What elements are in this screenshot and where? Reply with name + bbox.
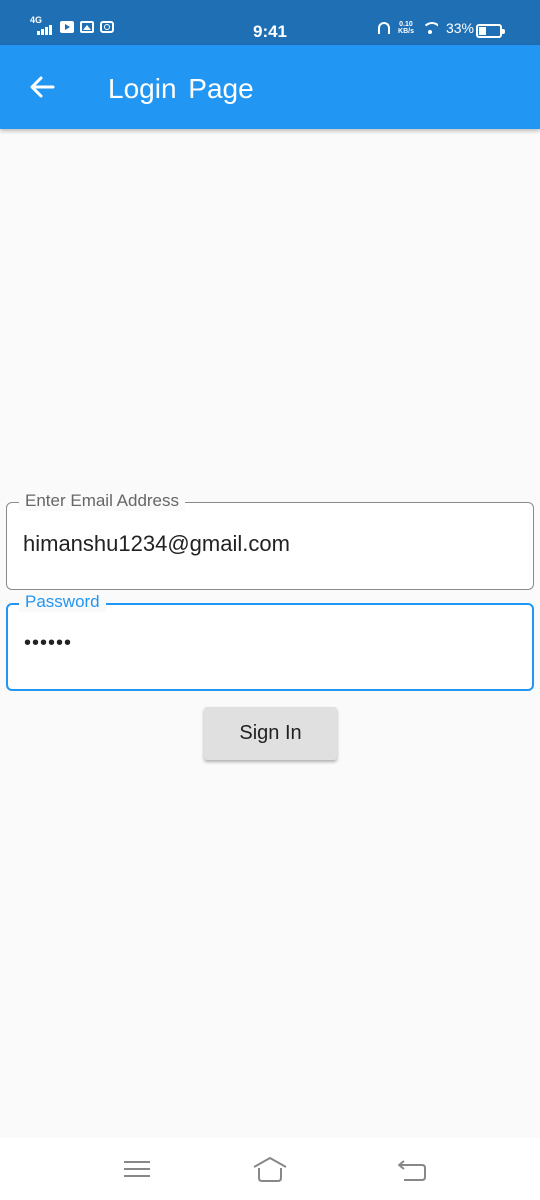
password-label: Password [19,592,106,612]
page-title: Login Page [108,73,254,104]
email-label: Enter Email Address [19,491,186,511]
home-button[interactable] [253,1154,287,1184]
sign-in-button[interactable]: Sign In [204,707,337,760]
arrow-left-icon [30,76,55,98]
back-button[interactable] [22,67,62,107]
network-speed-value: 0.10 [399,21,413,28]
back-icon [398,1160,426,1181]
headphone-icon [378,22,391,34]
home-icon [253,1157,287,1182]
wifi-icon [421,22,438,34]
app-bar: Login Page [0,45,540,129]
battery-percent: 33% [445,20,474,36]
status-icons-right: 0.10 KB/s 33% [378,20,474,36]
network-speed-unit: KB/s [398,28,414,35]
status-bar: 4G 9:41 0.10 KB/s 33% [0,0,540,45]
recent-apps-button[interactable] [120,1154,154,1184]
system-back-button[interactable] [396,1154,430,1184]
battery-icon [476,24,505,38]
password-input[interactable] [24,632,514,655]
menu-icon [124,1161,150,1177]
navigation-bar [0,1138,540,1200]
battery-fill [479,27,486,35]
password-field[interactable]: Password [6,592,534,691]
network-speed: 0.10 KB/s [398,21,414,35]
email-field[interactable]: Enter Email Address [6,491,534,590]
email-input[interactable] [23,531,513,557]
